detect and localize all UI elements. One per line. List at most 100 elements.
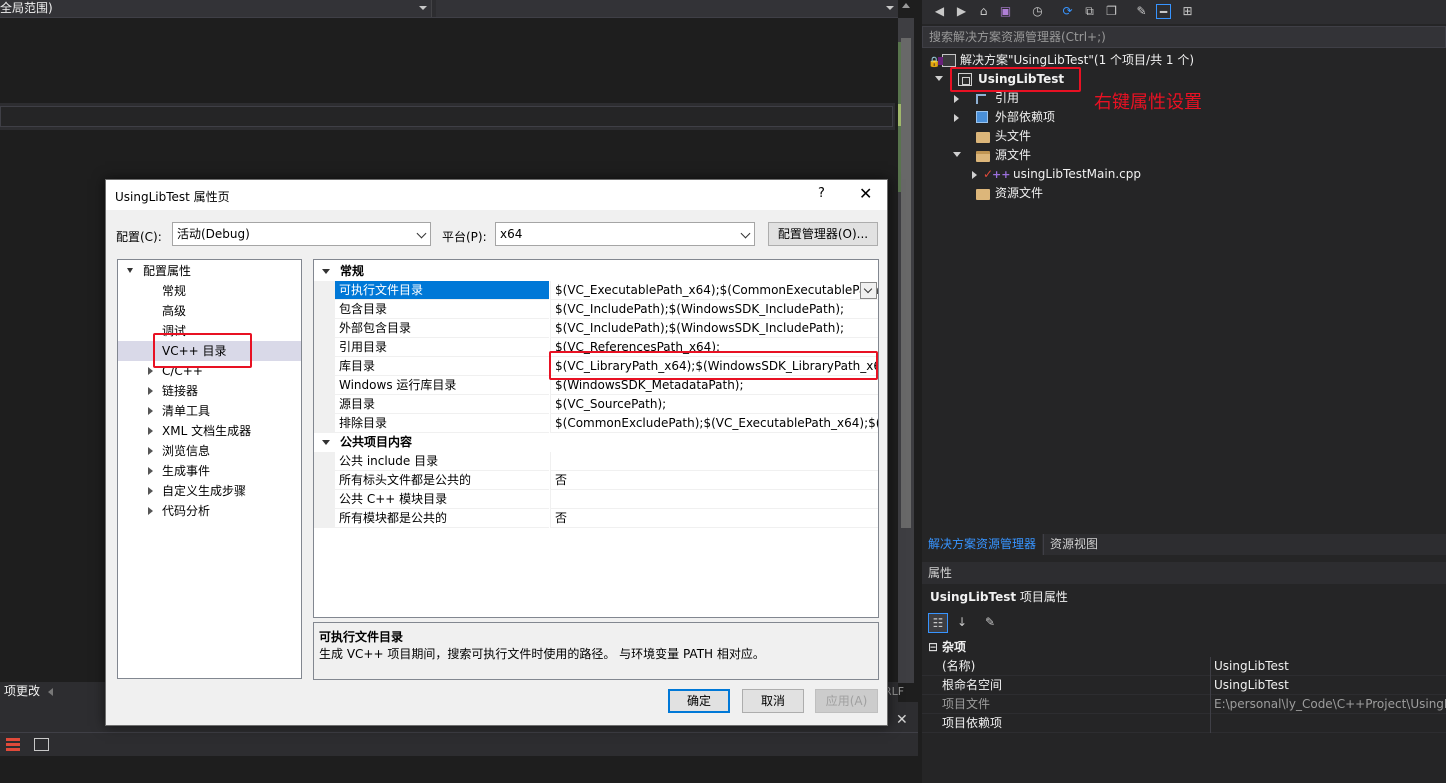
alphabetical-icon[interactable]: ↓ [952,613,972,633]
help-icon[interactable]: ? [818,186,825,201]
collapsed-arrow-icon[interactable] [148,447,153,455]
apply-button[interactable]: 应用(A) [815,689,878,713]
collapse-icon[interactable]: ⧉ [1082,4,1097,19]
vs-icon[interactable]: ▣ [998,4,1013,19]
grid-category-general[interactable]: 常规 [314,262,878,281]
scroll-left-icon[interactable] [48,688,53,696]
grid-category-label: 常规 [340,264,365,278]
nav-item-manifest-tool[interactable]: 清单工具 [118,401,301,421]
back-icon[interactable]: ◀ [932,4,947,19]
close-icon[interactable]: ✕ [896,712,908,728]
show-all-files-icon[interactable]: ❐ [1104,4,1119,19]
collapsed-arrow-icon[interactable] [148,427,153,435]
properties-icon[interactable]: ✎ [1134,4,1149,19]
grid-prop-value[interactable]: 否 [550,471,878,490]
value-dropdown-button[interactable] [860,282,877,299]
dialog-title-bar[interactable]: UsingLibTest 属性页 ? ✕ [106,180,887,210]
nav-item-custom-build[interactable]: 自定义生成步骤 [118,481,301,501]
property-row[interactable]: 项目依赖项 [922,714,1446,733]
grid-row-public-include[interactable]: 公共 include 目录 [314,452,878,471]
grid-prop-value[interactable]: $(VC_SourcePath); [550,395,878,414]
solution-search-input[interactable]: 搜索解决方案资源管理器(Ctrl+;) [922,26,1446,48]
tree-item-label: 源文件 [995,148,1032,162]
tree-item-resource-files[interactable]: 资源文件 [922,184,1446,203]
collapsed-arrow-icon[interactable] [148,467,153,475]
refresh-icon[interactable]: ⟳ [1060,4,1075,19]
nav-item-browse-info[interactable]: 浏览信息 [118,441,301,461]
collapsed-arrow-icon[interactable] [954,95,959,103]
expanded-arrow-icon[interactable] [322,440,330,445]
config-manager-button[interactable]: 配置管理器(O)... [768,222,878,246]
ok-button[interactable]: 确定 [668,689,730,713]
property-row[interactable]: 项目文件 E:\personal\ly_Code\C++Project\Usin… [922,695,1446,714]
categorized-icon[interactable]: ☷ [928,613,948,633]
editor-strip-field[interactable] [0,106,893,127]
grid-row-include-dirs[interactable]: 包含目录 $(VC_IncludePath);$(WindowsSDK_Incl… [314,300,878,319]
nav-item-linker[interactable]: 链接器 [118,381,301,401]
expanded-arrow-icon[interactable] [935,76,943,81]
grid-category-public[interactable]: 公共项目内容 [314,433,878,452]
collapsed-arrow-icon[interactable] [148,367,153,375]
expanded-arrow-icon[interactable] [127,268,133,273]
pin-icon[interactable]: ━ [1156,4,1171,19]
collapse-minus-icon[interactable]: ⊟ [928,638,938,657]
grid-row-source-dirs[interactable]: 源目录 $(VC_SourcePath); [314,395,878,414]
scroll-up-icon[interactable] [902,3,910,8]
collapsed-arrow-icon[interactable] [148,507,153,515]
collapsed-arrow-icon[interactable] [148,387,153,395]
nav-root[interactable]: 配置属性 [118,261,301,281]
grid-row-all-headers-public[interactable]: 所有标头文件都是公共的 否 [314,471,878,490]
collapsed-arrow-icon[interactable] [954,114,959,122]
close-icon[interactable]: ✕ [859,184,872,203]
tab-resource-view[interactable]: 资源视图 [1043,534,1104,555]
nav-item-general[interactable]: 常规 [118,281,301,301]
tree-item-cpp-file[interactable]: ✓ ++ usingLibTestMain.cpp [922,165,1446,184]
preview-icon[interactable]: ⊞ [1180,4,1195,19]
tree-item-label: 外部依赖项 [995,110,1056,124]
clear-list-icon[interactable] [6,738,20,751]
grid-prop-value[interactable]: $(VC_IncludePath);$(WindowsSDK_IncludePa… [550,300,878,319]
collapsed-arrow-icon[interactable] [148,487,153,495]
tree-item-header-files[interactable]: 头文件 [922,127,1446,146]
grid-row-exclude-dirs[interactable]: 排除目录 $(CommonExcludePath);$(VC_Executabl… [314,414,878,433]
member-dropdown[interactable] [436,0,898,17]
properties-object-selector[interactable]: UsingLibTest 项目属性 [922,586,1446,608]
grid-prop-value[interactable]: 否 [550,509,878,528]
cancel-button[interactable]: 取消 [742,689,804,713]
property-row[interactable]: 根命名空间 UsingLibTest [922,676,1446,695]
grid-prop-value[interactable] [550,490,878,509]
grid-prop-value[interactable] [550,452,878,471]
filter-icon[interactable] [34,738,49,751]
tree-item-source-files[interactable]: 源文件 [922,146,1446,165]
grid-row-executable-dirs[interactable]: 可执行文件目录 $(VC_ExecutablePath_x64);$(Commo… [314,281,878,300]
platform-dropdown[interactable]: x64 [495,222,755,246]
tab-changes[interactable]: 项更改 [0,682,44,702]
property-name: 项目文件 [942,697,991,711]
grid-row-public-module-dirs[interactable]: 公共 C++ 模块目录 [314,490,878,509]
forward-icon[interactable]: ▶ [954,4,969,19]
nav-item-build-events[interactable]: 生成事件 [118,461,301,481]
output-panel-body [0,756,918,783]
property-pages-icon[interactable]: ✎ [980,613,1000,633]
expanded-arrow-icon[interactable] [953,152,961,157]
grid-gutter [314,395,335,414]
tab-solution-explorer[interactable]: 解决方案资源管理器 [922,534,1043,555]
nav-item-advanced[interactable]: 高级 [118,301,301,321]
grid-prop-value[interactable]: $(VC_ExecutablePath_x64);$(CommonExecuta… [550,281,878,300]
nav-item-code-analysis[interactable]: 代码分析 [118,501,301,521]
grid-category-label: 公共项目内容 [340,435,413,449]
home-icon[interactable]: ⌂ [976,4,991,19]
nav-item-xml-doc[interactable]: XML 文档生成器 [118,421,301,441]
grid-row-external-include-dirs[interactable]: 外部包含目录 $(VC_IncludePath);$(WindowsSDK_In… [314,319,878,338]
properties-category[interactable]: ⊟ 杂项 [922,638,1446,657]
scope-dropdown[interactable]: 全局范围) [0,0,432,17]
history-icon[interactable]: ◷ [1030,4,1045,19]
grid-prop-value[interactable]: $(VC_IncludePath);$(WindowsSDK_IncludePa… [550,319,878,338]
config-dropdown[interactable]: 活动(Debug) [172,222,431,246]
collapsed-arrow-icon[interactable] [148,407,153,415]
expanded-arrow-icon[interactable] [322,269,330,274]
grid-prop-value[interactable]: $(CommonExcludePath);$(VC_ExecutablePath… [550,414,878,433]
grid-row-all-modules-public[interactable]: 所有模块都是公共的 否 [314,509,878,528]
collapsed-arrow-icon[interactable] [972,171,977,179]
property-row[interactable]: (名称) UsingLibTest [922,657,1446,676]
